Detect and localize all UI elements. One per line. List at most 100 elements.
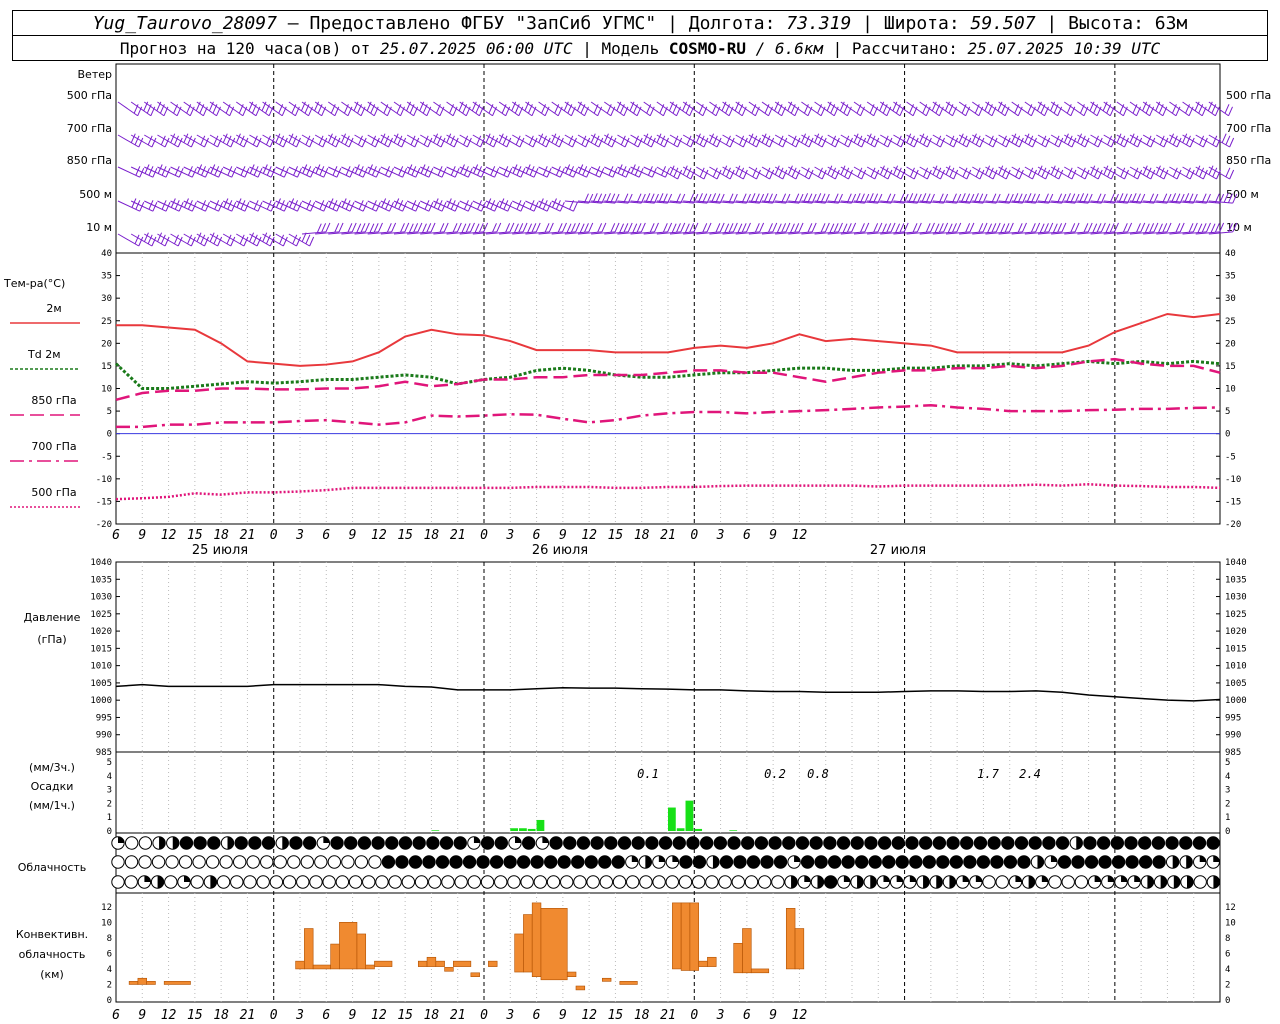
convective-bar bbox=[137, 977, 147, 985]
cloud-circle bbox=[1152, 855, 1166, 869]
cloud-symbol bbox=[535, 836, 550, 850]
pressure-ytick-left: 1005 bbox=[90, 679, 112, 689]
wind-barb-feather bbox=[1214, 223, 1220, 233]
wind-barb-feather bbox=[706, 222, 712, 233]
wind-barb-shaft bbox=[551, 134, 573, 148]
day-label: 25 июля bbox=[192, 543, 248, 558]
cloud-circle bbox=[584, 855, 598, 869]
wind-barb-shaft bbox=[249, 200, 272, 212]
wind-barb-feather bbox=[369, 223, 375, 233]
cloud-symbol bbox=[398, 836, 413, 850]
cloud-circle bbox=[273, 855, 287, 869]
cloud-half bbox=[712, 855, 720, 869]
convective-bar bbox=[146, 981, 156, 985]
wind-barb-shaft bbox=[840, 134, 862, 148]
wind-barb-shaft bbox=[485, 200, 508, 212]
precip-unit-1h: (мм/1ч.) bbox=[29, 799, 75, 812]
cloud-symbol bbox=[814, 855, 828, 869]
cloud-circle bbox=[639, 875, 653, 889]
time-tick-label: 15 bbox=[608, 528, 624, 543]
cloud-circle bbox=[631, 836, 645, 850]
wind-barb-shaft bbox=[1024, 166, 1046, 180]
wind-panel-frame bbox=[115, 63, 1221, 254]
wind-barb-shaft bbox=[236, 134, 258, 148]
wind-barb-shaft bbox=[209, 134, 232, 148]
cloud-circle bbox=[549, 836, 563, 850]
wind-barb-shaft bbox=[328, 200, 351, 212]
wind-barb-feather bbox=[1153, 222, 1159, 233]
wind-barb-feather bbox=[364, 222, 370, 233]
cloud-symbol bbox=[341, 855, 355, 869]
wind-barb-shaft bbox=[577, 166, 600, 178]
cloud-symbol bbox=[1206, 875, 1221, 889]
wind-barb-feather bbox=[952, 223, 957, 233]
wind-barb-shaft bbox=[1208, 166, 1230, 180]
temp-ytick-right: 20 bbox=[1225, 339, 1236, 349]
cloud-quarter bbox=[843, 875, 851, 882]
wind-barb bbox=[446, 200, 473, 212]
wind-barb-feather bbox=[1166, 222, 1172, 233]
convective-ytick-left: 0 bbox=[107, 996, 112, 1006]
convective-bar bbox=[707, 956, 717, 967]
wind-barb bbox=[433, 166, 460, 178]
cloud-circle bbox=[932, 836, 947, 850]
convective-bar bbox=[514, 933, 524, 973]
wind-barb-shaft bbox=[1142, 166, 1165, 180]
wind-barb-feather bbox=[461, 223, 467, 233]
convective-bar bbox=[566, 971, 577, 977]
cloud-circle bbox=[296, 875, 310, 889]
cloud-circle bbox=[1110, 836, 1125, 850]
convective-ytick-right: 10 bbox=[1225, 918, 1236, 928]
precip-bar bbox=[685, 800, 694, 831]
convective-bar bbox=[339, 922, 358, 970]
cloud-symbol bbox=[631, 836, 645, 850]
time-tick-label: 3 bbox=[716, 528, 725, 543]
cloud-circle bbox=[990, 855, 1004, 869]
wind-barb-feather bbox=[535, 222, 541, 233]
cloud-circle bbox=[151, 855, 166, 869]
time-tick-label-bottom: 3 bbox=[505, 1008, 514, 1023]
wind-barb-shaft bbox=[656, 134, 678, 148]
cloud-symbol bbox=[467, 875, 482, 889]
wind-barb-shaft bbox=[1037, 134, 1060, 148]
cloud-circle bbox=[260, 855, 274, 869]
cloud-symbol bbox=[1057, 855, 1072, 869]
wind-barb-feather bbox=[1022, 222, 1027, 233]
cloud-symbol bbox=[275, 836, 289, 850]
convective-bar bbox=[619, 981, 638, 985]
wind-level-label-left: 500 гПа bbox=[67, 89, 112, 102]
wind-barb-feather bbox=[860, 223, 865, 233]
wind-barb-shaft bbox=[209, 166, 232, 178]
time-tick-label-bottom: 18 bbox=[424, 1008, 440, 1023]
cloud-symbol bbox=[586, 875, 600, 889]
temp-ytick-right: 15 bbox=[1225, 362, 1236, 372]
convective-bar bbox=[750, 968, 770, 974]
cloud-symbol bbox=[903, 875, 917, 889]
cloud-circle bbox=[782, 836, 796, 850]
cloud-symbol bbox=[733, 855, 747, 869]
cloud-circle bbox=[287, 855, 301, 869]
wind-barb-shaft bbox=[314, 166, 338, 178]
temp-ytick-left: 10 bbox=[101, 385, 112, 395]
cloud-symbol bbox=[124, 836, 139, 850]
cloud-circle bbox=[850, 836, 864, 850]
temp-ytick-left: 30 bbox=[101, 294, 112, 304]
wind-barb-feather bbox=[470, 222, 475, 233]
convective-bar bbox=[163, 981, 191, 985]
cloud-circle bbox=[111, 875, 125, 889]
cloud-circle bbox=[354, 855, 369, 869]
wind-barb-shaft bbox=[393, 134, 416, 148]
cloud-symbol bbox=[1152, 855, 1166, 869]
wind-barb-shaft bbox=[853, 134, 876, 148]
cloud-symbol bbox=[362, 875, 376, 889]
cloud-circle bbox=[612, 875, 627, 889]
wind-barb bbox=[393, 200, 421, 212]
cloud-circle bbox=[713, 836, 728, 850]
cloud-symbol bbox=[891, 836, 905, 850]
cloud-symbol bbox=[234, 836, 248, 850]
cloud-symbol bbox=[530, 855, 544, 869]
wind-barb bbox=[288, 200, 316, 212]
cloud-circle bbox=[1057, 855, 1072, 869]
wind-barb-feather bbox=[890, 222, 896, 233]
cloud-circle bbox=[426, 836, 440, 850]
